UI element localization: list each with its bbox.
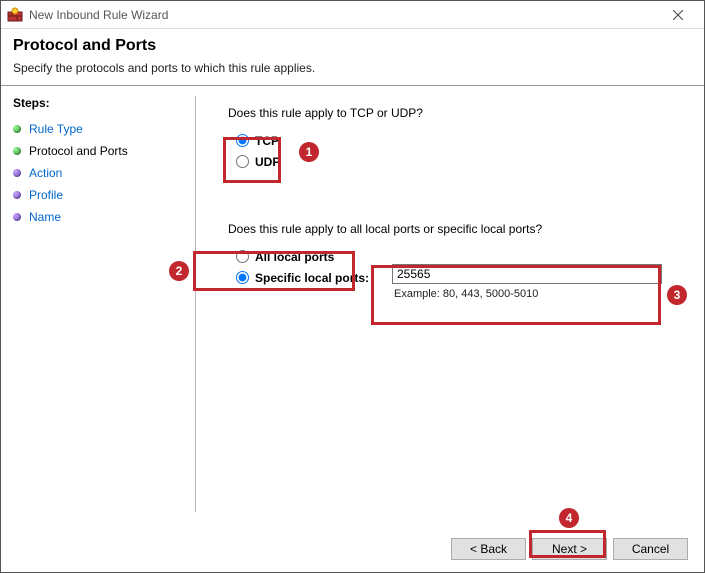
port-entry-area: Example: 80, 443, 5000-5010 [392, 264, 662, 300]
ports-question: Does this rule apply to all local ports … [228, 222, 692, 236]
step-dot-icon [13, 191, 21, 199]
radio-udp[interactable] [236, 155, 249, 168]
steps-sidebar: Steps: Rule Type Protocol and Ports Acti… [13, 96, 195, 512]
titlebar: New Inbound Rule Wizard [1, 1, 704, 29]
radio-udp-row: UDP [228, 151, 284, 172]
step-action[interactable]: Action [13, 162, 187, 184]
radio-specific-ports-row: Specific local ports: [228, 267, 388, 288]
protocol-question: Does this rule apply to TCP or UDP? [228, 106, 692, 120]
window-title: New Inbound Rule Wizard [29, 8, 168, 22]
step-dot-icon [13, 125, 21, 133]
protocol-radio-group: TCP UDP [228, 130, 284, 172]
steps-heading: Steps: [13, 96, 187, 110]
radio-all-ports-row: All local ports [228, 246, 388, 267]
step-name[interactable]: Name [13, 206, 187, 228]
cancel-button[interactable]: Cancel [613, 538, 688, 560]
step-label: Action [29, 166, 62, 180]
radio-specific-ports[interactable] [236, 271, 249, 284]
wizard-window: New Inbound Rule Wizard Protocol and Por… [0, 0, 705, 573]
step-dot-icon [13, 213, 21, 221]
body: Steps: Rule Type Protocol and Ports Acti… [1, 85, 704, 572]
next-button[interactable]: Next > [532, 538, 607, 560]
specific-ports-input[interactable] [392, 264, 662, 284]
step-label: Name [29, 210, 61, 224]
step-label: Profile [29, 188, 63, 202]
radio-all-ports-label[interactable]: All local ports [255, 250, 334, 264]
content: Does this rule apply to TCP or UDP? TCP … [195, 96, 692, 512]
radio-tcp[interactable] [236, 134, 249, 147]
step-protocol-and-ports[interactable]: Protocol and Ports [13, 140, 187, 162]
step-label: Protocol and Ports [29, 144, 128, 158]
radio-udp-label[interactable]: UDP [255, 155, 280, 169]
step-profile[interactable]: Profile [13, 184, 187, 206]
step-rule-type[interactable]: Rule Type [13, 118, 187, 140]
radio-tcp-label[interactable]: TCP [255, 134, 279, 148]
footer-buttons: < Back Next > Cancel [451, 538, 688, 560]
radio-tcp-row: TCP [228, 130, 284, 151]
back-button[interactable]: < Back [451, 538, 526, 560]
step-dot-icon [13, 147, 21, 155]
ports-radio-group: All local ports Specific local ports: [228, 246, 388, 288]
radio-all-ports[interactable] [236, 250, 249, 263]
page-title: Protocol and Ports [13, 37, 692, 55]
step-label: Rule Type [29, 122, 83, 136]
step-dot-icon [13, 169, 21, 177]
firewall-icon [7, 7, 23, 23]
close-button[interactable] [658, 1, 698, 29]
radio-specific-ports-label[interactable]: Specific local ports: [255, 271, 369, 285]
ports-example-text: Example: 80, 443, 5000-5010 [394, 288, 662, 300]
header: Protocol and Ports Specify the protocols… [1, 29, 704, 85]
page-subtitle: Specify the protocols and ports to which… [13, 61, 692, 75]
